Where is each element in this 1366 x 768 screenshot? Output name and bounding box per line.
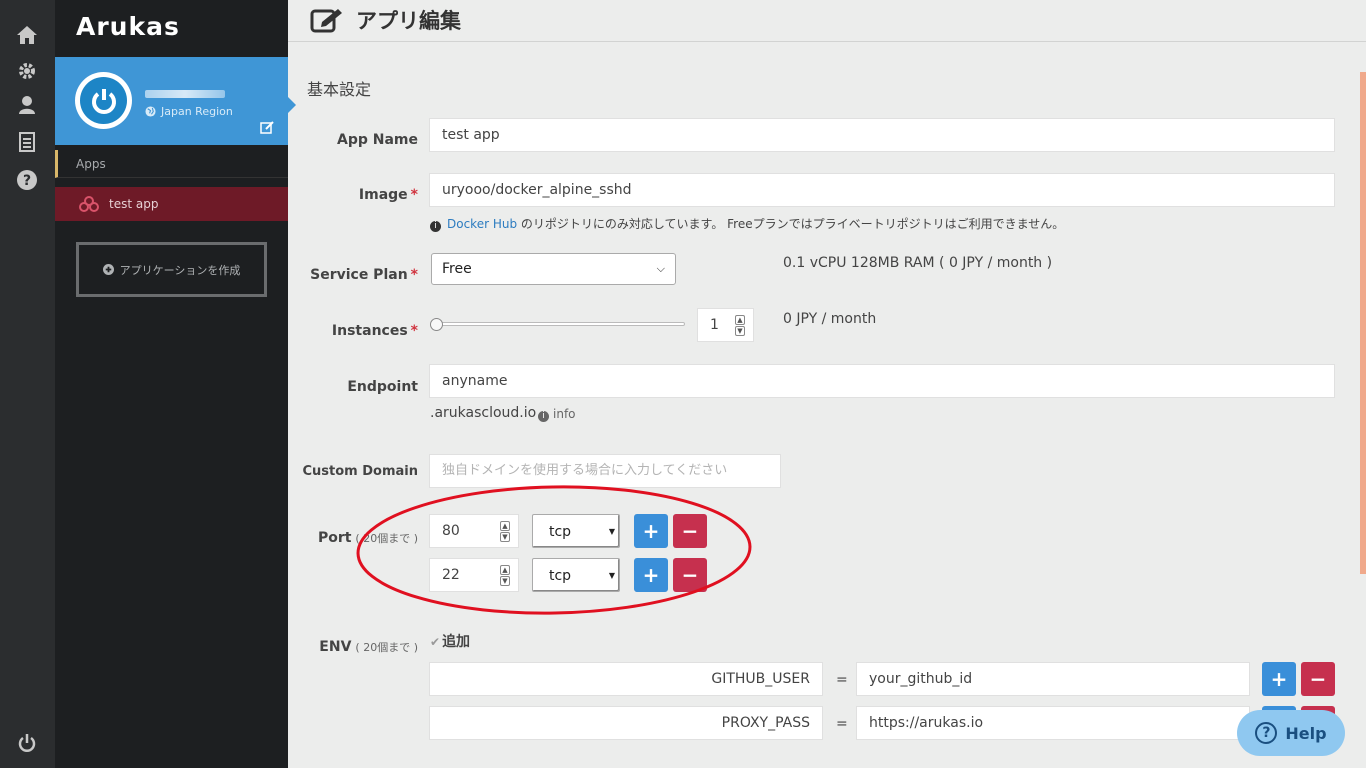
- avatar[interactable]: [75, 72, 132, 129]
- annotation-ellipse: [356, 485, 752, 615]
- instances-price: 0 JPY / month: [783, 311, 877, 327]
- home-icon[interactable]: [14, 22, 40, 48]
- page-title-text: アプリ編集: [356, 9, 461, 33]
- info-icon: i: [538, 411, 549, 422]
- instances-value: 1: [710, 317, 719, 333]
- checkbox-icon: ✔: [430, 635, 441, 649]
- page-title: アプリ編集: [310, 5, 461, 35]
- image-note: i Docker Hub のリポジトリにのみ対応しています。 Freeプランではプ…: [430, 215, 1064, 232]
- question-icon[interactable]: ?: [14, 167, 40, 193]
- custom-domain-label: Custom Domain: [302, 464, 418, 479]
- section-title: 基本設定: [307, 80, 372, 99]
- image-input[interactable]: uryooo/docker_alpine_sshd: [429, 173, 1335, 207]
- endpoint-input[interactable]: anyname: [429, 364, 1335, 398]
- user-icon[interactable]: [14, 92, 40, 118]
- username-redacted: [145, 90, 225, 98]
- env-key-input-1[interactable]: GITHUB_USER: [429, 662, 823, 696]
- add-env-button-1[interactable]: +: [1262, 662, 1296, 696]
- app-item-label: test app: [109, 197, 159, 211]
- service-plan-label: Service Plan *: [310, 267, 418, 283]
- sidebar: Arukas Japan Region Apps test app アプリケーシ…: [55, 0, 296, 768]
- document-icon[interactable]: [14, 129, 40, 155]
- endpoint-label: Endpoint: [347, 379, 418, 395]
- create-app-label: アプリケーションを作成: [119, 263, 241, 277]
- page-header: アプリ編集: [288, 0, 1366, 42]
- service-plan-select[interactable]: Free ⌵: [431, 253, 676, 285]
- help-button[interactable]: ? Help: [1237, 710, 1345, 756]
- image-note-text: のリポジトリにのみ対応しています。 Freeプランではプライベートリポジトリはご…: [517, 217, 1065, 231]
- env-equals-1: =: [836, 672, 848, 688]
- instances-stepper[interactable]: 1 ▲ ▼: [697, 308, 754, 342]
- profile-card: Japan Region: [55, 57, 296, 145]
- info-icon: i: [430, 221, 441, 232]
- env-value-input-1[interactable]: your_github_id: [856, 662, 1250, 696]
- image-label: Image *: [358, 187, 418, 203]
- region: Japan Region: [145, 105, 233, 118]
- region-label: Japan Region: [161, 105, 233, 118]
- step-up-icon[interactable]: ▲: [735, 315, 745, 325]
- chevron-down-icon: ⌵: [656, 262, 665, 275]
- env-key-input-2[interactable]: PROXY_PASS: [429, 706, 823, 740]
- power-logo-icon: [91, 88, 116, 114]
- env-add-checkbox[interactable]: ✔ 追加: [430, 631, 470, 651]
- arukas-logo[interactable]: Arukas: [76, 12, 180, 41]
- help-label: Help: [1285, 723, 1327, 743]
- app-name-input[interactable]: test app: [429, 118, 1335, 152]
- icon-rail: ?: [0, 0, 55, 768]
- edit-profile-icon[interactable]: [260, 121, 274, 137]
- edit-icon: [310, 9, 342, 33]
- instances-label: Instances *: [331, 323, 418, 339]
- step-down-icon[interactable]: ▼: [735, 326, 745, 336]
- question-icon: ?: [1255, 722, 1278, 744]
- endpoint-suffix: .arukascloud.io: [430, 405, 537, 421]
- instances-slider-thumb[interactable]: [430, 318, 443, 331]
- remove-env-button-1[interactable]: −: [1301, 662, 1335, 696]
- apps-heading: Apps: [55, 150, 288, 178]
- env-value-input-2[interactable]: https://arukas.io: [856, 706, 1250, 740]
- create-app-button[interactable]: アプリケーションを作成: [76, 242, 267, 297]
- env-label: ENV( 20個まで ): [319, 639, 418, 655]
- plus-circle-icon: [102, 264, 114, 275]
- env-equals-2: =: [836, 716, 848, 732]
- docker-hub-link[interactable]: Docker Hub: [447, 217, 517, 231]
- power-icon[interactable]: [14, 730, 40, 756]
- svg-text:?: ?: [23, 173, 31, 189]
- endpoint-info[interactable]: i info: [538, 407, 576, 422]
- app-name-label: App Name: [337, 132, 418, 148]
- containers-icon: [79, 196, 99, 212]
- scrollbar[interactable]: [1360, 72, 1366, 574]
- globe-icon: [145, 106, 156, 117]
- edit-form: 基本設定 App Name test app Image * uryooo/doc…: [288, 43, 1352, 768]
- gear-icon[interactable]: [14, 58, 40, 84]
- sidebar-item-test-app[interactable]: test app: [55, 187, 288, 221]
- instances-slider-track[interactable]: [431, 322, 685, 326]
- service-plan-value: Free: [442, 261, 472, 277]
- service-plan-info: 0.1 vCPU 128MB RAM ( 0 JPY / month ): [783, 255, 1053, 271]
